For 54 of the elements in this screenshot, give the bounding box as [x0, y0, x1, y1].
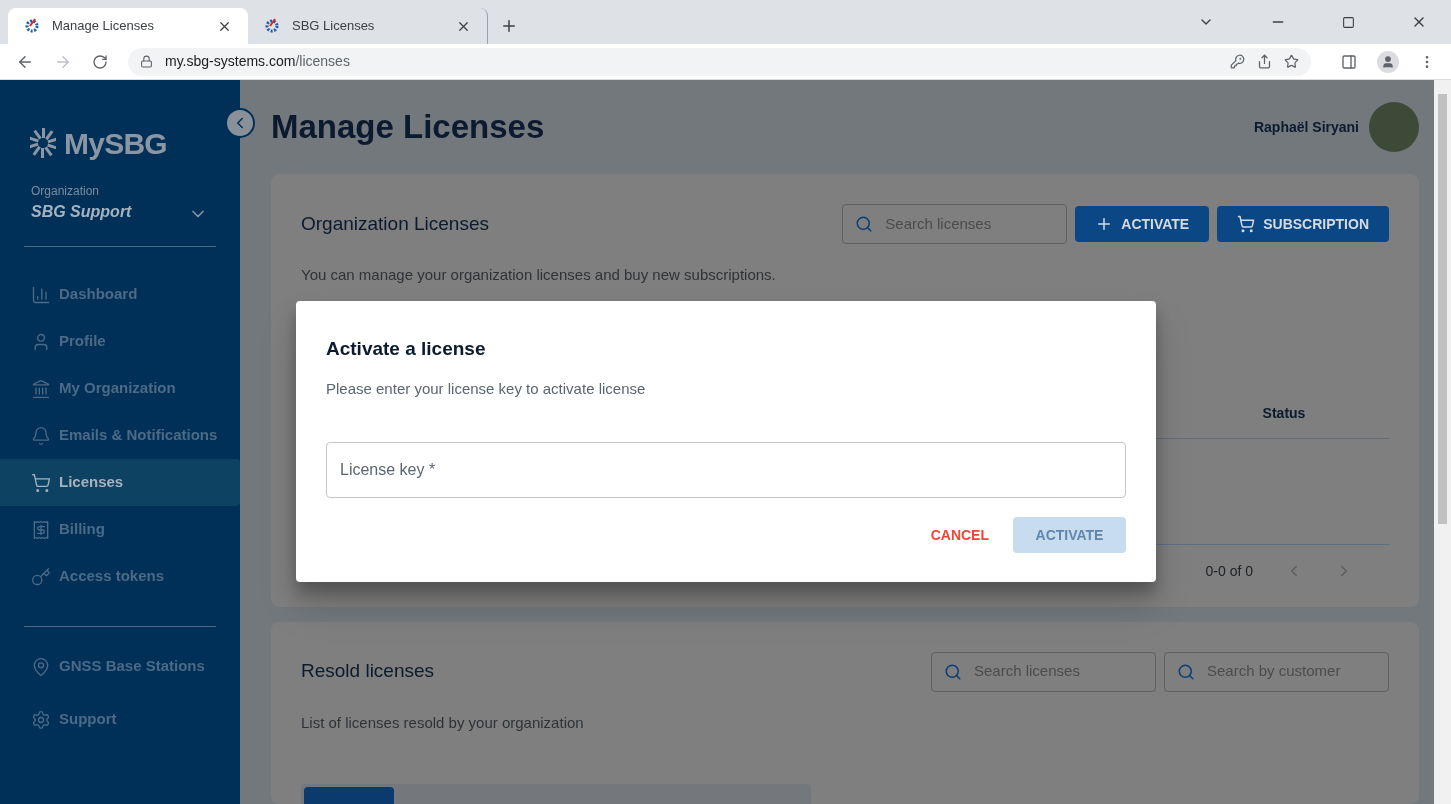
nav-item[interactable]: Emails & Notifications	[0, 412, 240, 459]
bookmark-star-icon[interactable]	[1284, 54, 1299, 69]
maximize-icon[interactable]	[1342, 15, 1355, 29]
bar-chart-icon	[31, 284, 51, 305]
column-header: Status	[1261, 403, 1307, 423]
action-button[interactable]: ACTIVATE	[1075, 206, 1210, 243]
url-text: my.sbg-systems.com/licenses	[165, 52, 351, 71]
dialog-text: Please enter your license key to activate license	[326, 378, 647, 399]
logo-text: MySBG	[64, 125, 167, 162]
logo-icon	[30, 127, 56, 159]
nav-item[interactable]: Licenses	[0, 459, 240, 506]
user-name: Raphaël Siryani	[1253, 117, 1359, 137]
organization-name[interactable]: SBG Support	[31, 200, 132, 224]
search-icon	[855, 215, 874, 234]
nav-item[interactable]: Dashboard	[0, 271, 240, 318]
nav-item[interactable]: GNSS Base Stations	[0, 643, 240, 690]
receipt-icon	[31, 519, 51, 540]
bell-icon	[31, 425, 51, 446]
browser-tab[interactable]: Manage Licenses	[8, 8, 248, 44]
side-panel-icon[interactable]	[1341, 53, 1357, 70]
settings-icon	[31, 709, 51, 730]
profile-icon[interactable]	[1377, 50, 1399, 73]
key-icon[interactable]	[1230, 54, 1245, 69]
cart-icon	[31, 472, 51, 493]
card-subtitle: List of licenses resold by your organization	[301, 712, 585, 733]
license-key-field[interactable]: License key *	[326, 442, 1126, 498]
key-icon	[31, 566, 51, 587]
search-icon	[944, 662, 962, 681]
action-button[interactable]: SUBSCRIPTION	[1217, 206, 1389, 243]
nav-item[interactable]: Profile	[0, 318, 240, 365]
favicon-icon	[24, 18, 40, 34]
nav-item[interactable]: Support	[0, 696, 240, 743]
share-icon[interactable]	[1257, 54, 1272, 69]
pagination-text: 0-0 of 0	[1205, 561, 1253, 581]
card-subtitle: You can manage your organization licenses and buy new subscriptions.	[301, 265, 777, 286]
new-tab-icon[interactable]	[500, 17, 518, 35]
card-title: Organization Licenses	[301, 211, 490, 236]
search-icon	[1177, 662, 1195, 681]
nav-item[interactable]: Billing	[0, 506, 240, 553]
card-title: Resold licenses	[301, 659, 436, 684]
cancel-button[interactable]: CANCEL	[922, 517, 997, 553]
organization-label: Organization	[31, 183, 101, 200]
dialog-title: Activate a license	[326, 337, 487, 361]
nav-item[interactable]: Access tokens	[0, 553, 240, 600]
map-pin-icon	[31, 656, 51, 677]
bank-icon	[31, 378, 51, 399]
cart-icon	[1237, 215, 1256, 234]
reload-icon[interactable]	[92, 53, 108, 70]
favicon-icon	[264, 18, 280, 34]
nav-item[interactable]: My Organization	[0, 365, 240, 412]
collapse-sidebar-button[interactable]	[225, 108, 255, 138]
page-title: Manage Licenses	[271, 107, 546, 148]
address-bar[interactable]: my.sbg-systems.com/licenses	[128, 47, 1311, 76]
lock-icon	[140, 55, 153, 68]
